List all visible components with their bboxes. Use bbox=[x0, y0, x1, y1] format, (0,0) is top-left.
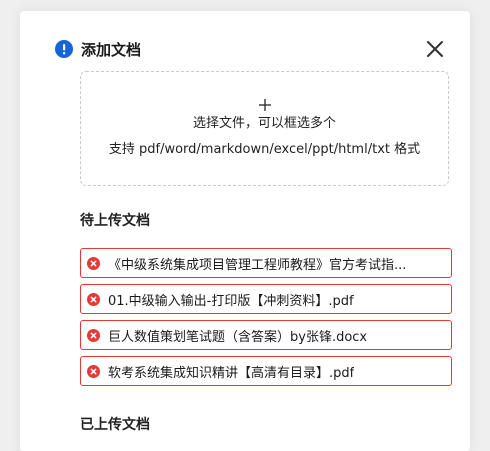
error-icon bbox=[87, 256, 100, 270]
file-item[interactable]: 软考系统集成知识精讲【高清有目录】.pdf bbox=[80, 356, 452, 386]
file-item[interactable]: 01.中级输入输出-打印版【冲刺资料】.pdf bbox=[80, 284, 452, 314]
file-item[interactable]: 《中级系统集成项目管理工程师教程》官方考试指... bbox=[80, 248, 452, 278]
uploaded-section-label: 已上传文档 bbox=[80, 417, 150, 433]
error-icon bbox=[87, 364, 100, 378]
dialog-title: 添加文档 bbox=[81, 40, 142, 59]
dropzone-hint: 选择文件，可以框选多个 bbox=[192, 116, 336, 131]
file-name: 《中级系统集成项目管理工程师教程》官方考试指... bbox=[108, 257, 407, 273]
close-icon[interactable] bbox=[425, 39, 445, 59]
plus-icon bbox=[81, 92, 448, 114]
file-name: 巨人数值策划笔试题（含答案）by张锋.docx bbox=[108, 329, 368, 345]
info-icon bbox=[55, 40, 73, 58]
file-dropzone[interactable]: 选择文件，可以框选多个 支持 pdf/word/markdown/excel/p… bbox=[80, 71, 449, 186]
pending-section-label: 待上传文档 bbox=[80, 213, 150, 229]
error-icon bbox=[87, 328, 100, 342]
dropzone-formats: 支持 pdf/word/markdown/excel/ppt/html/txt … bbox=[108, 142, 421, 157]
error-icon bbox=[87, 292, 100, 306]
file-item[interactable]: 巨人数值策划笔试题（含答案）by张锋.docx bbox=[80, 320, 452, 350]
file-name: 软考系统集成知识精讲【高清有目录】.pdf bbox=[108, 365, 355, 381]
pending-file-list: 《中级系统集成项目管理工程师教程》官方考试指... 01.中级输入输出-打印版【… bbox=[80, 248, 452, 392]
file-name: 01.中级输入输出-打印版【冲刺资料】.pdf bbox=[108, 293, 354, 309]
dialog-header: 添加文档 bbox=[55, 38, 141, 60]
add-document-dialog: 添加文档 选择文件，可以框选多个 支持 pdf/word/markdown/ex… bbox=[20, 11, 470, 451]
